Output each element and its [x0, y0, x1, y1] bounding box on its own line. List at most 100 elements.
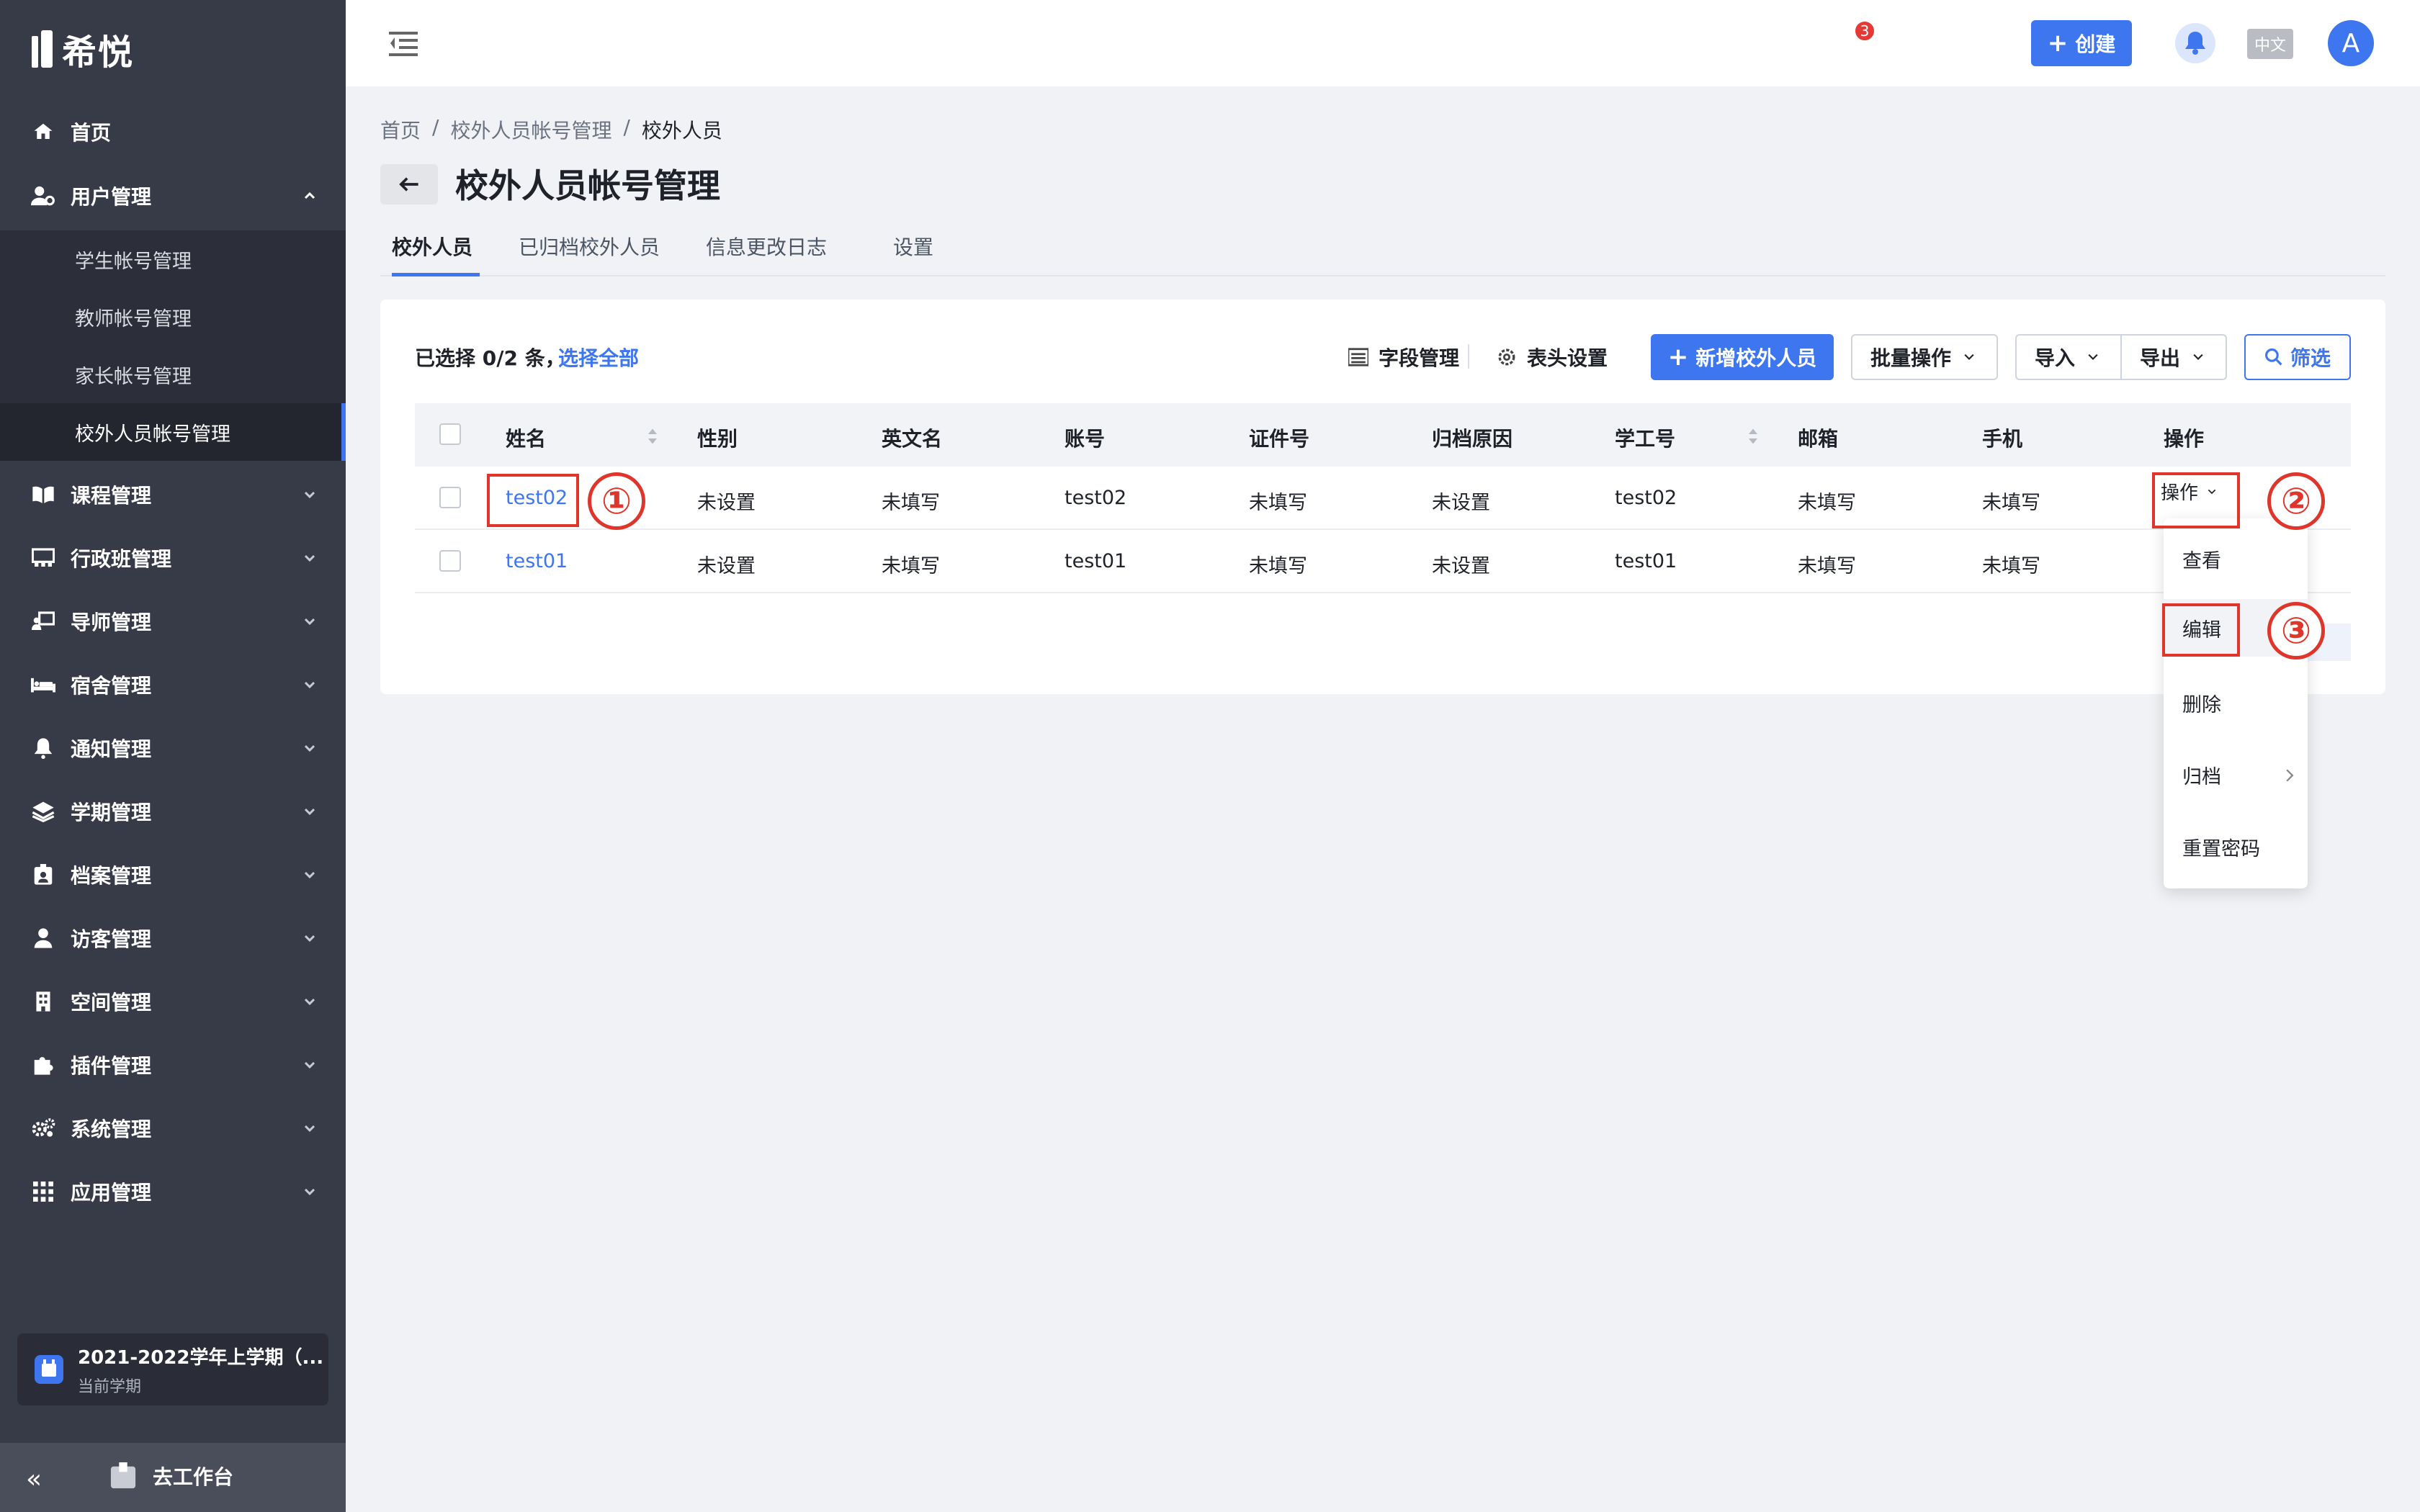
- field-manage-button[interactable]: 字段管理: [1348, 343, 1459, 372]
- sidebar-item-label: 插件管理: [71, 1054, 152, 1078]
- language-switch[interactable]: 中文: [2247, 29, 2293, 59]
- filter-button[interactable]: 筛选: [2244, 334, 2351, 380]
- collapse-sidebar-icon[interactable]: «: [26, 1464, 42, 1494]
- arrow-left-icon: [399, 177, 418, 192]
- sidebar-item-system[interactable]: 系统管理: [0, 1099, 346, 1157]
- sidebar-item-home[interactable]: 首页: [0, 103, 346, 161]
- sidebar: 希悦 首页 用户管理 学生帐号管理 教师帐号管理 家长帐号管理 校外人员帐号管理…: [0, 0, 346, 1512]
- chevron-up-icon: [304, 192, 315, 199]
- notification-count-badge: 3: [1854, 20, 1876, 42]
- menu-item-reset-password[interactable]: 重置密码: [2164, 818, 2308, 876]
- sidebar-subitem-external-accounts[interactable]: 校外人员帐号管理: [0, 403, 346, 461]
- column-gender: 性别: [697, 427, 738, 451]
- cell-id-number: 未填写: [1249, 555, 1307, 577]
- chevron-down-icon: [304, 554, 315, 562]
- sidebar-item-dormitory[interactable]: 宿舍管理: [0, 656, 346, 714]
- sidebar-item-notifications[interactable]: 通知管理: [0, 719, 346, 777]
- sidebar-subitem-student-accounts[interactable]: 学生帐号管理: [0, 230, 346, 288]
- sort-icon[interactable]: [647, 428, 658, 445]
- export-label: 导出: [2139, 346, 2180, 370]
- cell-english-name: 未填写: [882, 555, 940, 577]
- toolbar-divider: [1468, 344, 1469, 369]
- chevron-down-icon: [2193, 354, 2203, 361]
- header-settings-button[interactable]: 表头设置: [1497, 343, 1608, 372]
- sidebar-item-label: 学期管理: [71, 801, 152, 824]
- semester-title: 2021-2022学年上学期（...: [78, 1346, 324, 1369]
- import-dropdown[interactable]: 导入: [2015, 334, 2122, 380]
- sidebar-item-archives[interactable]: 档案管理: [0, 846, 346, 904]
- user-avatar[interactable]: A: [2328, 20, 2374, 66]
- breadcrumb-current: 校外人员: [641, 119, 722, 143]
- sort-icon[interactable]: [1747, 428, 1759, 445]
- cell-staff-id: test02: [1615, 487, 1677, 509]
- create-button[interactable]: + 创建: [2031, 20, 2132, 66]
- sidebar-item-apps[interactable]: 应用管理: [0, 1163, 346, 1220]
- sidebar-subitem-label: 校外人员帐号管理: [75, 423, 230, 446]
- bell-icon: [30, 735, 56, 761]
- tab-external-staff[interactable]: 校外人员: [392, 232, 480, 276]
- mentor-icon: [30, 608, 56, 634]
- go-to-workspace-button[interactable]: 去工作台: [109, 1462, 233, 1490]
- book-icon: [30, 482, 56, 508]
- add-external-staff-button[interactable]: + 新增校外人员: [1651, 334, 1834, 380]
- sidebar-item-label: 宿舍管理: [71, 674, 152, 698]
- export-dropdown[interactable]: 导出: [2120, 334, 2227, 380]
- sidebar-item-spaces[interactable]: 空间管理: [0, 973, 346, 1030]
- breadcrumb: 首页 / 校外人员帐号管理 / 校外人员: [380, 115, 722, 144]
- breadcrumb-home[interactable]: 首页: [380, 115, 421, 144]
- highlight-box-edit: [2162, 603, 2240, 657]
- table-row: test01 未设置 未填写 test01 未填写 未设置 test01 未填写…: [415, 530, 2351, 593]
- cell-archive-reason: 未设置: [1432, 555, 1490, 577]
- back-button[interactable]: [380, 164, 438, 204]
- logo-text: 希悦: [62, 32, 135, 73]
- row-checkbox[interactable]: [439, 487, 461, 508]
- plus-icon: +: [1667, 343, 1689, 372]
- puzzle-icon: [30, 1052, 56, 1078]
- menu-toggle-icon[interactable]: [389, 30, 418, 56]
- staff-name-link[interactable]: test01: [506, 550, 568, 572]
- row-checkbox[interactable]: [439, 550, 461, 572]
- tab-archived-external-staff[interactable]: 已归档校外人员: [519, 232, 660, 276]
- chevron-down-icon: [304, 808, 315, 816]
- notification-bell-icon[interactable]: [2175, 23, 2215, 63]
- calendar-icon: [35, 1355, 63, 1384]
- sidebar-item-visitors[interactable]: 访客管理: [0, 909, 346, 967]
- current-semester-card[interactable]: 2021-2022学年上学期（... 当前学期: [17, 1333, 328, 1405]
- menu-item-archive[interactable]: 归档: [2164, 746, 2308, 804]
- column-id-number: 证件号: [1249, 427, 1310, 451]
- sidebar-subitem-teacher-accounts[interactable]: 教师帐号管理: [0, 288, 346, 346]
- app-logo[interactable]: 希悦: [32, 27, 135, 73]
- tab-settings[interactable]: 设置: [893, 232, 933, 276]
- sidebar-item-admin-class[interactable]: 行政班管理: [0, 529, 346, 587]
- breadcrumb-account-management[interactable]: 校外人员帐号管理: [450, 115, 611, 144]
- gear-icon: [1498, 348, 1515, 366]
- tab-change-log[interactable]: 信息更改日志: [706, 232, 827, 276]
- menu-item-delete[interactable]: 删除: [2164, 674, 2308, 732]
- batch-operations-dropdown[interactable]: 批量操作: [1851, 334, 1998, 380]
- search-icon: [2265, 348, 2282, 366]
- sidebar-item-label: 档案管理: [71, 864, 152, 888]
- cell-account: test02: [1065, 487, 1127, 509]
- plus-icon: +: [2047, 29, 2069, 58]
- select-all-checkbox[interactable]: [439, 423, 461, 445]
- sidebar-item-plugins[interactable]: 插件管理: [0, 1036, 346, 1094]
- column-staff-id[interactable]: 学工号: [1615, 423, 1675, 452]
- header-settings-label: 表头设置: [1527, 346, 1608, 370]
- sidebar-item-mentor[interactable]: 导师管理: [0, 593, 346, 650]
- chevron-down-icon: [304, 1188, 315, 1196]
- class-icon: [30, 545, 56, 571]
- column-name[interactable]: 姓名: [506, 423, 546, 452]
- column-account: 账号: [1065, 427, 1106, 451]
- sidebar-item-label: 访客管理: [71, 927, 152, 951]
- workspace-label: 去工作台: [153, 1465, 234, 1489]
- sidebar-subitem-parent-accounts[interactable]: 家长帐号管理: [0, 346, 346, 403]
- workspace-icon: [110, 1462, 136, 1489]
- select-all-link[interactable]: 选择全部: [558, 343, 639, 372]
- sidebar-item-semester[interactable]: 学期管理: [0, 783, 346, 840]
- sidebar-item-user-management[interactable]: 用户管理: [0, 167, 346, 225]
- sidebar-item-label: 应用管理: [71, 1181, 152, 1205]
- menu-item-view[interactable]: 查看: [2164, 530, 2308, 588]
- highlight-box-name: [487, 474, 579, 527]
- sidebar-item-courses[interactable]: 课程管理: [0, 466, 346, 523]
- menu-item-archive-label: 归档: [2182, 765, 2221, 788]
